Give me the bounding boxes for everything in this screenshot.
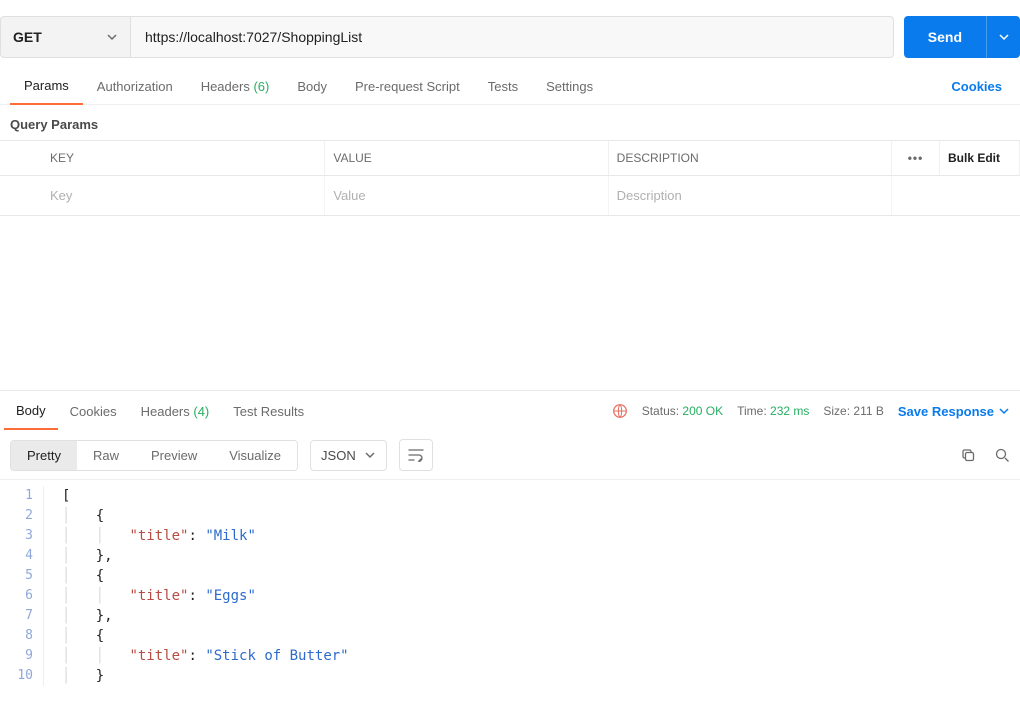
status-value: 200 OK [682,404,723,418]
resp-tab-testresults[interactable]: Test Results [221,394,316,429]
resp-tab-cookies[interactable]: Cookies [58,394,129,429]
line-number: 1 [0,486,44,506]
code-line: 9│ │ "title": "Stick of Butter" [0,646,1020,666]
code-content: │ }, [44,606,113,626]
time-block: Time: 232 ms [737,404,809,418]
copy-icon[interactable] [960,447,976,463]
code-line: 3│ │ "title": "Milk" [0,526,1020,546]
view-mode-segment: Pretty Raw Preview Visualize [10,440,298,471]
line-number: 4 [0,546,44,566]
tab-headers-label: Headers [201,79,250,94]
table-row [0,176,1020,215]
url-input[interactable] [130,16,894,58]
resp-tab-headers[interactable]: Headers (4) [129,394,222,429]
col-value: VALUE [325,141,608,175]
tab-params[interactable]: Params [10,68,83,105]
size-block: Size: 211 B [823,404,884,418]
resp-tab-body[interactable]: Body [4,393,58,430]
line-number: 3 [0,526,44,546]
columns-options-icon[interactable]: ••• [892,141,940,175]
code-content: │ { [44,566,104,586]
param-key-input[interactable] [42,176,325,215]
request-bar: GET Send [0,0,1020,68]
view-visualize[interactable]: Visualize [213,441,297,470]
status-block: Status: 200 OK [642,404,723,418]
tab-tests[interactable]: Tests [474,69,532,104]
param-desc-input[interactable] [609,176,892,215]
wrap-lines-button[interactable] [399,439,433,471]
tab-headers[interactable]: Headers (6) [187,69,284,104]
format-value: JSON [321,448,356,463]
code-line: 1[ [0,486,1020,506]
response-status-bar: Status: 200 OK Time: 232 ms Size: 211 B … [612,403,1016,419]
code-line: 10│ } [0,666,1020,686]
response-tool-icons [960,447,1010,463]
code-content: │ }, [44,546,113,566]
chevron-down-icon [998,31,1010,43]
save-response-button[interactable]: Save Response [898,404,1010,419]
format-select[interactable]: JSON [310,440,387,471]
code-content: │ { [44,626,104,646]
http-method-select[interactable]: GET [0,16,130,58]
code-line: 2│ { [0,506,1020,526]
view-raw[interactable]: Raw [77,441,135,470]
response-body-code[interactable]: 1[2│ {3│ │ "title": "Milk"4│ },5│ {6│ │ … [0,480,1020,702]
line-number: 7 [0,606,44,626]
line-number: 5 [0,566,44,586]
tab-headers-count: (6) [253,79,269,94]
send-button[interactable]: Send [904,16,986,58]
code-content: │ } [44,666,104,686]
table-header: KEY VALUE DESCRIPTION ••• Bulk Edit [0,141,1020,176]
col-description: DESCRIPTION [609,141,892,175]
query-params-table: KEY VALUE DESCRIPTION ••• Bulk Edit [0,140,1020,216]
chevron-down-icon [106,31,118,43]
size-value: 211 B [853,404,883,418]
time-value: 232 ms [770,404,809,418]
col-key: KEY [42,141,325,175]
bulk-edit-link[interactable]: Bulk Edit [940,141,1020,175]
line-number: 10 [0,666,44,686]
tab-authorization[interactable]: Authorization [83,69,187,104]
query-params-label: Query Params [0,105,1020,140]
line-number: 9 [0,646,44,666]
code-line: 8│ { [0,626,1020,646]
param-value-input[interactable] [325,176,608,215]
code-line: 5│ { [0,566,1020,586]
code-content: [ [44,486,70,506]
view-pretty[interactable]: Pretty [11,441,77,470]
response-view-controls: Pretty Raw Preview Visualize JSON [0,431,1020,480]
line-number: 6 [0,586,44,606]
tab-body[interactable]: Body [283,69,341,104]
cookies-link[interactable]: Cookies [943,69,1010,104]
code-content: │ │ "title": "Stick of Butter" [44,646,349,666]
resp-tab-headers-count: (4) [193,404,209,419]
line-number: 2 [0,506,44,526]
response-section: Body Cookies Headers (4) Test Results St… [0,390,1020,702]
tab-settings[interactable]: Settings [532,69,607,104]
chevron-down-icon [364,449,376,461]
tab-prerequest[interactable]: Pre-request Script [341,69,474,104]
view-preview[interactable]: Preview [135,441,213,470]
resp-tab-headers-label: Headers [141,404,190,419]
code-content: │ { [44,506,104,526]
code-content: │ │ "title": "Milk" [44,526,256,546]
search-icon[interactable] [994,447,1010,463]
http-method-value: GET [13,29,42,45]
response-tabs: Body Cookies Headers (4) Test Results St… [0,391,1020,431]
send-dropdown-button[interactable] [986,16,1020,58]
send-button-group: Send [904,16,1020,58]
request-tabs: Params Authorization Headers (6) Body Pr… [0,68,1020,105]
code-line: 4│ }, [0,546,1020,566]
chevron-down-icon [998,405,1010,417]
code-line: 7│ }, [0,606,1020,626]
line-number: 8 [0,626,44,646]
code-content: │ │ "title": "Eggs" [44,586,256,606]
network-globe-icon[interactable] [612,403,628,419]
code-line: 6│ │ "title": "Eggs" [0,586,1020,606]
